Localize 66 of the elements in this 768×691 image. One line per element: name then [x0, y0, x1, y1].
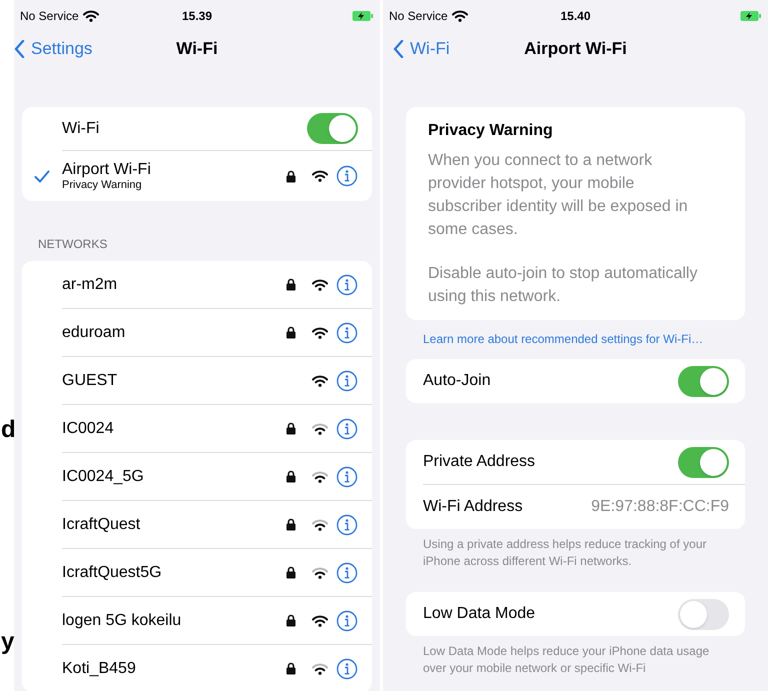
info-button[interactable] [336, 322, 358, 344]
section-footer: Low Data Mode helps reduce your iPhone data usage over your mobile network or specific Wi-Fi [423, 643, 723, 677]
section-footer: Using a private address helps reduce tracking of your iPhone across different Wi-Fi networks. [423, 536, 723, 570]
battery-charging-icon [352, 10, 374, 22]
text-fragment: d [1, 418, 16, 442]
text-fragment: y [1, 630, 14, 654]
back-button[interactable]: Wi-Fi [393, 36, 450, 62]
info-button[interactable] [336, 165, 358, 187]
info-icon [336, 514, 358, 536]
checkmark-icon [34, 170, 50, 182]
warning-text: Disable auto-join to stop automatically using this network. [428, 264, 698, 307]
warning-title: Privacy Warning [428, 121, 554, 141]
network-name: Airport Wi-Fi [62, 160, 151, 179]
status-time: 15.40 [560, 8, 591, 25]
info-icon [336, 165, 358, 187]
info-icon [336, 562, 358, 584]
status-time: 15.39 [182, 8, 212, 25]
row-label: Wi-Fi [62, 118, 100, 138]
screen-title: Airport Wi-Fi [524, 38, 627, 60]
info-icon [336, 322, 358, 344]
network-row[interactable]: IC0024_5G [22, 453, 372, 500]
wifi-icon [452, 10, 468, 22]
network-row[interactable]: GUEST [22, 357, 372, 404]
info-icon [336, 610, 358, 632]
learn-more-link[interactable]: Learn more about recommended settings for Wi-Fi… [423, 330, 713, 348]
row-label: Wi-Fi Address [423, 497, 523, 517]
network-row[interactable]: logen 5G kokeilu [22, 597, 372, 644]
toggle-switch[interactable] [678, 366, 729, 396]
info-button[interactable] [336, 274, 358, 296]
info-button[interactable] [336, 466, 358, 488]
row-label: Private Address [423, 452, 536, 472]
info-button[interactable] [336, 418, 358, 440]
info-icon [336, 466, 358, 488]
network-row[interactable]: eduroam [22, 309, 372, 356]
chevron-left-icon [14, 40, 25, 58]
info-icon [336, 370, 358, 392]
info-button[interactable] [336, 514, 358, 536]
toggle-switch[interactable] [307, 113, 358, 144]
network-row[interactable]: IC0024 [22, 405, 372, 452]
toggle-switch[interactable] [678, 598, 729, 630]
network-row[interactable]: Koti_B459 [22, 645, 372, 691]
network-status: Privacy Warning [62, 179, 143, 192]
info-icon [336, 658, 358, 680]
wifi-icon [82, 10, 99, 22]
row-label: Low Data Mode [423, 604, 536, 624]
network-row[interactable]: IcraftQuest5G [22, 549, 372, 596]
carrier-label: No Service [389, 8, 448, 25]
network-row[interactable]: IcraftQuest [22, 501, 372, 548]
chevron-left-icon [393, 40, 404, 58]
row-label: Auto-Join [423, 371, 491, 391]
network-row[interactable]: ar-m2m [22, 261, 372, 308]
info-button[interactable] [336, 370, 358, 392]
info-icon [336, 274, 358, 296]
info-button[interactable] [336, 610, 358, 632]
network-row[interactable]: Airport Wi-Fi Privacy Warning [22, 151, 372, 201]
row-value: 9E:97:88:8F:CC:F9 [591, 497, 729, 517]
info-button[interactable] [336, 562, 358, 584]
warning-text: When you connect to a network provider hotspot, your mobile subscriber identity will be exposed in some cases. [428, 151, 689, 240]
screen-title: Wi-Fi [176, 38, 218, 60]
carrier-label: No Service [20, 8, 79, 25]
info-icon [336, 418, 358, 440]
info-button[interactable] [336, 658, 358, 680]
back-button[interactable]: Settings [14, 36, 92, 62]
toggle-switch[interactable] [678, 446, 729, 478]
battery-charging-icon [740, 10, 762, 22]
section-header: NETWORKS [38, 236, 108, 253]
